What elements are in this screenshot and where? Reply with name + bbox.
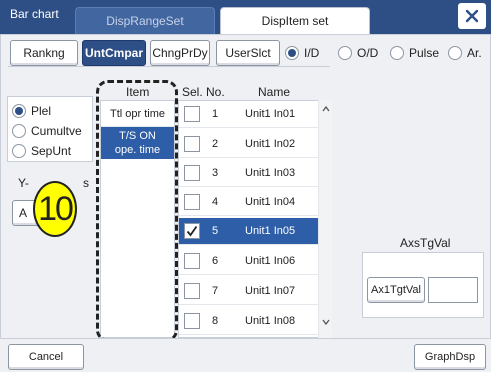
row-name: Unit1 In08 [245,315,296,327]
row-name: Unit1 In07 [245,285,296,297]
row-name: Unit1 In02 [245,138,296,150]
tab-disp-item-set[interactable]: DispItem set [220,7,370,34]
table-scrollbar[interactable] [318,100,332,338]
radio-selected-icon [12,104,26,118]
highlight-outline [96,80,178,342]
table-row[interactable]: 8 Unit1 In08 [179,308,318,335]
radio-od[interactable]: O/D [338,46,378,60]
row-checkbox[interactable] [184,136,200,152]
axis-target-input[interactable] [428,277,478,303]
row-name: Unit1 In01 [245,108,296,120]
radio-od-label: O/D [357,46,379,60]
radio-pulse-label: Pulse [409,46,440,60]
table-row[interactable]: 6 Unit1 In06 [179,248,318,275]
row-number: 7 [212,285,219,297]
radio-empty-icon [338,46,352,60]
radio-ar[interactable]: Ar. [448,46,482,60]
row-number: 8 [212,315,219,327]
close-icon [465,9,479,23]
row-checkbox[interactable] [184,253,200,269]
radio-id[interactable]: I/D [285,46,319,60]
tab-disp-range-set[interactable]: DispRangeSet [75,7,215,34]
row-number: 3 [212,167,219,179]
axis-target-button[interactable]: Ax1TgtVal [367,277,425,303]
radio-empty-icon [12,124,26,138]
table-row[interactable]: 4 Unit1 In04 [179,189,318,216]
row-name: Unit1 In03 [245,167,296,179]
radio-plel[interactable]: Plel [12,104,51,118]
window-title: Bar chart [10,7,59,21]
row-number: 2 [212,138,219,150]
check-icon [186,225,198,237]
radio-selected-icon [285,46,299,60]
row-checkbox[interactable] [184,194,200,210]
chevron-down-icon[interactable] [322,319,330,325]
userslct-button[interactable]: UserSlct [216,40,280,66]
row-checkbox[interactable] [184,106,200,122]
close-button[interactable] [458,3,486,29]
row-checkbox[interactable] [184,313,200,329]
graph-display-button[interactable]: GraphDsp [414,344,486,370]
row-number: 6 [212,255,219,267]
row-number: 5 [212,225,219,237]
table-row[interactable]: 3 Unit1 In03 [179,160,318,187]
untcmpar-button[interactable]: UntCmpar [82,40,146,66]
y-axis-label-partial-end: s [83,176,89,190]
rankng-button[interactable]: Rankng [10,40,78,66]
row-checkbox-checked[interactable] [184,223,200,239]
axis-target-label: AxsTgVal [400,236,451,250]
radio-empty-icon [390,46,404,60]
callout-number: 10 [33,181,77,237]
radio-sepunt-label: SepUnt [31,144,72,158]
radio-id-label: I/D [304,46,320,60]
row-number: 4 [212,196,219,208]
radio-empty-icon [12,144,26,158]
sel-header: Sel. [182,85,203,99]
radio-sepunt[interactable]: SepUnt [12,144,71,158]
row-name: Unit1 In06 [245,255,296,267]
chevron-up-icon[interactable] [322,106,330,112]
row-number: 1 [212,108,219,120]
no-header: No. [206,85,225,99]
table-row[interactable]: 2 Unit1 In02 [179,131,318,158]
radio-empty-icon [448,46,462,60]
row-name: Unit1 In05 [245,225,296,237]
table-row-selected[interactable]: 5 Unit1 In05 [179,218,318,245]
row-name: Unit1 In04 [245,196,296,208]
toolbar-divider [8,66,330,67]
row-checkbox[interactable] [184,283,200,299]
radio-plel-label: Plel [31,104,52,118]
radio-cumultve[interactable]: Cumultve [12,124,82,138]
radio-ar-label: Ar. [467,46,482,60]
name-header: Name [258,85,291,99]
chngprdy-button[interactable]: ChngPrDy [150,40,210,66]
table-row[interactable]: 1 Unit1 In01 [179,101,318,128]
row-checkbox[interactable] [184,165,200,181]
radio-pulse[interactable]: Pulse [390,46,439,60]
y-axis-label-partial: Y- [18,176,29,190]
radio-cumultve-label: Cumultve [31,124,82,138]
cancel-button[interactable]: Cancel [8,344,84,370]
table-row[interactable]: 7 Unit1 In07 [179,278,318,305]
